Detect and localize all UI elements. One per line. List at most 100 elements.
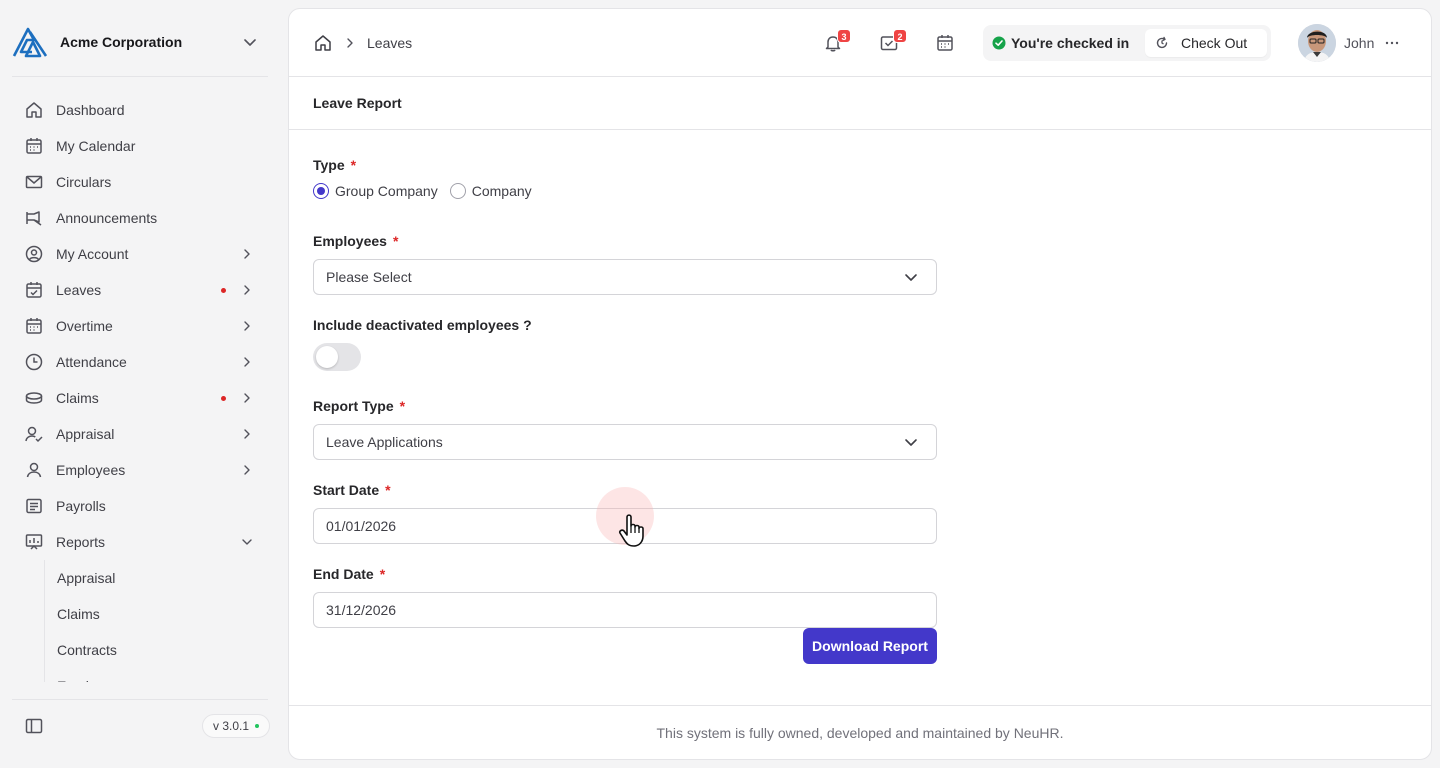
- report-type-label-text: Report Type: [313, 398, 394, 414]
- nav-item-appraisal[interactable]: Appraisal: [12, 416, 268, 452]
- checkin-status: You're checked in Check Out: [983, 25, 1271, 61]
- radio-label-company[interactable]: Company: [472, 183, 532, 199]
- nav-label: Attendance: [56, 354, 127, 370]
- radio-label-group-company[interactable]: Group Company: [335, 183, 438, 199]
- nav-label: Claims: [56, 390, 99, 406]
- divider: [12, 76, 268, 77]
- sidebar-toggle-icon[interactable]: [24, 716, 44, 736]
- nav-item-dashboard[interactable]: Dashboard: [12, 92, 268, 128]
- nav-item-announcements[interactable]: Announcements: [12, 200, 268, 236]
- top-bar: Leaves 3 2 You're checked in Check Out J…: [289, 9, 1431, 77]
- nav-item-claims[interactable]: Claims: [12, 380, 268, 416]
- required-mark: *: [399, 398, 406, 414]
- reports-subnav: Appraisal Claims Contracts Employees: [44, 560, 268, 682]
- receipt-icon: [26, 498, 42, 514]
- org-name: Acme Corporation: [60, 34, 183, 50]
- nav-item-circulars[interactable]: Circulars: [12, 164, 268, 200]
- approvals-button[interactable]: 2: [879, 29, 907, 53]
- nav-item-my-account[interactable]: My Account: [12, 236, 268, 272]
- report-chart-icon: [25, 534, 43, 550]
- breadcrumb-current: Leaves: [367, 35, 413, 51]
- nav-item-overtime[interactable]: Overtime: [12, 308, 268, 344]
- home-icon: [26, 102, 42, 118]
- subnav-item-appraisal[interactable]: Appraisal: [45, 560, 268, 596]
- nav-item-payrolls[interactable]: Payrolls: [12, 488, 268, 524]
- mail-icon: [25, 175, 43, 189]
- notification-dot: [221, 287, 226, 293]
- company-logo: [12, 27, 48, 58]
- start-date-label: Start Date *: [313, 482, 391, 498]
- nav-label: Circulars: [56, 174, 112, 190]
- main-panel: Leaves 3 2 You're checked in Check Out J…: [288, 8, 1432, 760]
- include-deactivated-toggle[interactable]: [313, 343, 361, 371]
- end-date-label: End Date *: [313, 566, 385, 582]
- chevron-down-icon: [905, 439, 917, 446]
- divider: [12, 699, 268, 700]
- report-type-select[interactable]: Leave Applications: [313, 424, 937, 460]
- checkin-text: You're checked in: [1011, 35, 1130, 51]
- nav-label: Payrolls: [56, 498, 106, 514]
- employees-select[interactable]: Please Select: [313, 259, 937, 295]
- page-header: Leave Report: [289, 77, 1431, 130]
- user-menu[interactable]: John: [1298, 24, 1400, 62]
- chevron-right-icon: [244, 429, 250, 439]
- subnav-item-employees[interactable]: Employees: [45, 668, 268, 682]
- chevron-right-icon: [347, 38, 353, 48]
- calendar-button[interactable]: [935, 33, 955, 53]
- required-mark: *: [392, 233, 399, 249]
- home-icon[interactable]: [313, 33, 333, 53]
- start-date-label-text: Start Date: [313, 482, 380, 498]
- footer: This system is fully owned, developed an…: [289, 705, 1431, 759]
- user-check-icon: [25, 426, 43, 443]
- required-mark: *: [350, 157, 357, 173]
- notifications-button[interactable]: 3: [823, 29, 851, 53]
- chevron-right-icon: [244, 285, 250, 295]
- nav-item-my-calendar[interactable]: My Calendar: [12, 128, 268, 164]
- version-text: v 3.0.1: [213, 719, 250, 733]
- chevron-right-icon: [244, 393, 250, 403]
- avatar: [1298, 24, 1336, 62]
- org-switcher[interactable]: Acme Corporation: [12, 24, 268, 60]
- nav-item-leaves[interactable]: Leaves: [12, 272, 268, 308]
- calendar-icon: [937, 35, 953, 51]
- subnav-item-contracts[interactable]: Contracts: [45, 632, 268, 668]
- user-icon: [26, 462, 42, 478]
- nav-item-reports[interactable]: Reports: [12, 524, 268, 560]
- report-type-label: Report Type *: [313, 398, 405, 414]
- more-horizontal-icon: [1386, 41, 1399, 45]
- notification-count-badge: 3: [837, 29, 851, 43]
- chevron-down-icon: [242, 539, 252, 545]
- nav-item-attendance[interactable]: Attendance: [12, 344, 268, 380]
- chevron-right-icon: [244, 249, 250, 259]
- type-radio-group: Group Company Company: [313, 183, 532, 199]
- end-date-field[interactable]: [313, 592, 937, 628]
- nav-label: Announcements: [56, 210, 158, 226]
- report-type-value: Leave Applications: [326, 434, 443, 450]
- calendar-icon: [26, 318, 42, 334]
- nav-label: Reports: [56, 534, 106, 550]
- check-circle-icon: [992, 36, 1006, 50]
- coins-icon: [25, 392, 43, 404]
- mouse-cursor: [596, 487, 654, 547]
- status-dot: [255, 724, 260, 728]
- check-out-button[interactable]: Check Out: [1145, 29, 1267, 57]
- radio-company[interactable]: [449, 183, 466, 199]
- nav-label: Dashboard: [56, 102, 125, 118]
- end-date-label-text: End Date: [313, 566, 374, 582]
- subnav-item-claims[interactable]: Claims: [45, 596, 268, 632]
- nav-label: Leaves: [56, 282, 102, 298]
- type-label-text: Type: [313, 157, 345, 173]
- approval-count-badge: 2: [893, 29, 907, 43]
- nav-item-employees[interactable]: Employees: [12, 452, 268, 488]
- calendar-check-icon: [26, 282, 42, 298]
- download-report-button[interactable]: Download Report: [803, 628, 937, 664]
- nav-label: Overtime: [56, 318, 113, 334]
- end-date-input[interactable]: [326, 602, 936, 618]
- sidebar: Acme Corporation Dashboard My Calendar C…: [0, 0, 280, 768]
- version-badge: v 3.0.1: [202, 714, 271, 738]
- radio-group-company[interactable]: [313, 183, 329, 199]
- footer-text: This system is fully owned, developed an…: [656, 724, 1064, 741]
- chevron-right-icon: [244, 465, 250, 475]
- megaphone-icon: [26, 211, 42, 226]
- hand-pointer-icon: [619, 514, 644, 547]
